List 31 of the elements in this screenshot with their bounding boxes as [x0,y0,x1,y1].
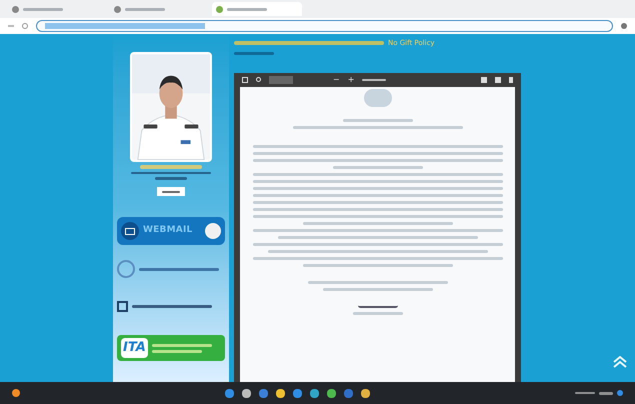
address-bar[interactable] [36,20,613,32]
browser-tab[interactable] [212,2,302,16]
profile-icon[interactable] [621,23,627,29]
site-icon [114,6,121,12]
search-icon[interactable] [256,77,261,82]
bubble-icon [205,223,221,239]
scroll-up-icon[interactable] [613,356,627,368]
blurred-text [152,344,212,346]
ita-banner[interactable]: ITA [117,335,225,361]
blurred-text [227,8,267,10]
notification-icon[interactable] [617,390,623,396]
blurred-text [234,52,274,54]
zoom-out-button[interactable]: − [333,76,340,84]
weather-icon[interactable] [12,389,20,397]
blurred-text [140,165,202,169]
blurred-text [342,118,412,122]
blurred-text [125,8,165,10]
site-icon [216,6,223,12]
blurred-text [23,8,63,10]
zoom-in-button[interactable]: + [348,76,354,84]
site-icon [12,6,19,12]
more-button[interactable] [157,187,185,196]
blurred-text [352,312,402,314]
blurred-text [152,350,202,352]
ita-logo: ITA [121,338,148,358]
webmail-label: WEBMAIL [143,224,193,238]
page-field[interactable] [269,76,293,84]
mail-icon [121,222,139,240]
reload-icon[interactable] [22,23,28,29]
blurred-text [599,392,613,394]
blurred-text [155,177,187,180]
